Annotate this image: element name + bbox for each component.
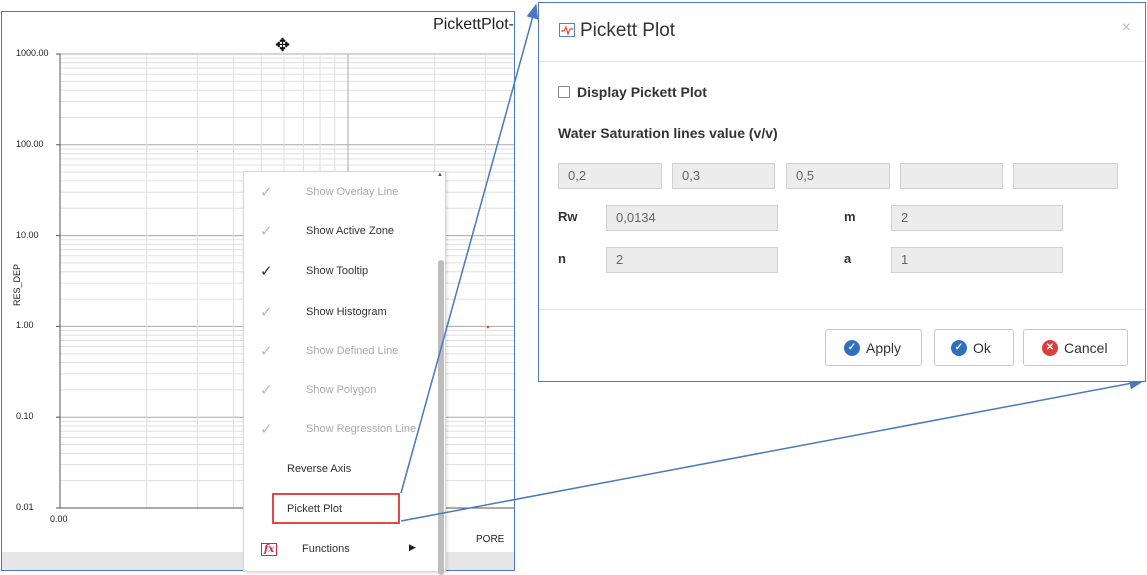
- cancel-circle-icon: ✕: [1042, 339, 1058, 356]
- check-icon: ✓: [260, 343, 273, 360]
- check-circle-icon: ✓: [844, 339, 860, 356]
- scroll-up-arrow-icon[interactable]: ▲: [437, 172, 443, 178]
- chart-icon: [559, 23, 575, 37]
- close-icon[interactable]: ×: [1122, 19, 1131, 37]
- cancel-button-label: Cancel: [1064, 339, 1108, 356]
- move-cursor-icon: ✥: [275, 35, 291, 55]
- m-input[interactable]: 2: [891, 205, 1063, 231]
- ws-value-input-4[interactable]: [900, 163, 1003, 189]
- y-tick-label: 0.10: [16, 411, 34, 421]
- menu-item-label: Show Regression Line: [306, 423, 417, 435]
- rw-input[interactable]: 0,0134: [606, 205, 778, 231]
- menu-item-show-polygon[interactable]: ✓ Show Polygon: [244, 378, 434, 402]
- menu-item-show-histogram[interactable]: ✓ Show Histogram: [244, 300, 434, 324]
- m-label: m: [844, 209, 856, 224]
- menu-item-show-tooltip[interactable]: ✓ Show Tooltip: [244, 259, 434, 283]
- apply-button-label: Apply: [866, 339, 902, 356]
- ws-value-input-3[interactable]: 0,5: [786, 163, 890, 189]
- menu-item-label: Functions: [302, 543, 350, 555]
- check-icon: ✓: [260, 382, 273, 399]
- y-tick-label: 0.01: [16, 502, 34, 512]
- check-icon: ✓: [260, 184, 273, 201]
- apply-button[interactable]: ✓ Apply: [825, 329, 922, 366]
- check-icon: ✓: [260, 263, 273, 280]
- y-tick-label: 1.00: [16, 320, 34, 330]
- y-axis-label: RES_DEP: [12, 263, 23, 307]
- menu-scrollbar-thumb[interactable]: [438, 260, 444, 575]
- n-input[interactable]: 2: [606, 247, 778, 273]
- ws-value-input-2[interactable]: 0,3: [672, 163, 775, 189]
- menu-item-show-defined-line[interactable]: ✓ Show Defined Line: [244, 339, 434, 363]
- menu-scrollbar[interactable]: [435, 180, 445, 575]
- display-pickett-plot-checkbox[interactable]: [558, 86, 570, 98]
- menu-item-label: Reverse Axis: [287, 463, 352, 475]
- dialog-title: Pickett Plot: [580, 20, 676, 41]
- y-tick-label: 100.00: [16, 139, 44, 149]
- check-icon: ✓: [260, 421, 273, 438]
- ws-value-input-5[interactable]: [1013, 163, 1118, 189]
- pickett-plot-dialog: Pickett Plot × Display Pickett Plot Wate…: [538, 2, 1146, 382]
- menu-item-label: Show Histogram: [306, 306, 387, 318]
- check-icon: ✓: [260, 304, 273, 321]
- display-pickett-plot-label: Display Pickett Plot: [577, 84, 707, 100]
- menu-item-label: Show Overlay Line: [306, 186, 399, 198]
- plot-title: PickettPlot-: [433, 16, 514, 33]
- a-input[interactable]: 1: [891, 247, 1063, 273]
- data-point: [486, 325, 490, 329]
- dialog-footer-divider: [539, 309, 1145, 310]
- dialog-header: Pickett Plot ×: [539, 3, 1145, 62]
- x-axis-label: PORE: [476, 534, 505, 545]
- menu-item-show-active-zone[interactable]: ✓ Show Active Zone: [244, 219, 434, 243]
- pickett-plot-highlight-box: [272, 493, 400, 524]
- check-circle-icon: ✓: [951, 339, 967, 356]
- menu-item-reverse-axis[interactable]: Reverse Axis: [244, 457, 434, 481]
- menu-item-label: Show Tooltip: [306, 265, 369, 277]
- water-saturation-label: Water Saturation lines value (v/v): [558, 125, 778, 141]
- ok-button[interactable]: ✓ Ok: [934, 329, 1014, 366]
- x-tick-label: 0.00: [50, 514, 68, 524]
- ok-button-label: Ok: [973, 339, 991, 356]
- submenu-arrow-icon: ▶: [409, 542, 416, 552]
- check-icon: ✓: [260, 223, 273, 240]
- cancel-button[interactable]: ✕ Cancel: [1023, 329, 1128, 366]
- menu-item-functions[interactable]: Functions: [244, 537, 434, 561]
- menu-item-label: Show Active Zone: [306, 225, 395, 237]
- menu-item-label: Show Polygon: [306, 384, 377, 396]
- ws-value-input-1[interactable]: 0,2: [558, 163, 662, 189]
- rw-label: Rw: [558, 209, 578, 224]
- a-label: a: [844, 251, 852, 266]
- menu-item-show-regression-line[interactable]: ✓ Show Regression Line: [244, 417, 434, 441]
- menu-item-label: Show Defined Line: [306, 345, 399, 357]
- menu-item-show-overlay-line[interactable]: ✓ Show Overlay Line: [244, 180, 434, 204]
- context-menu: ▲ ✓ Show Overlay Line ✓ Show Active Zone…: [243, 171, 446, 575]
- y-tick-label: 1000.00: [16, 48, 49, 58]
- n-label: n: [558, 251, 566, 266]
- y-tick-label: 10.00: [16, 230, 39, 240]
